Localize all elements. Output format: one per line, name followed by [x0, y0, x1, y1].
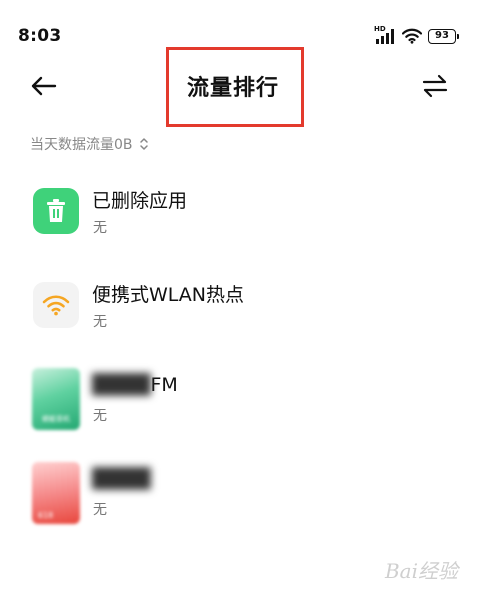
sort-toggle-button[interactable]: [420, 70, 450, 102]
app-usage: 无: [93, 220, 107, 236]
app-name: 便携式WLAN热点: [92, 284, 245, 306]
app-name-suffix: FM: [150, 374, 178, 396]
wifi-icon: [401, 28, 423, 44]
list-item-wlan-hotspot[interactable]: 便携式WLAN热点 无: [0, 264, 478, 354]
app-icon-caption: 618: [38, 511, 54, 520]
wifi-hotspot-icon: [33, 282, 79, 328]
signal-icon: HD: [374, 25, 396, 44]
watermark: Bai经验: [384, 559, 458, 583]
back-button[interactable]: [28, 70, 60, 102]
list-item-deleted-apps[interactable]: 已删除应用 无: [0, 170, 478, 260]
trash-icon: [33, 188, 79, 234]
blurred-text: ████: [92, 374, 151, 396]
app-name: ████FM: [92, 374, 178, 396]
highlight-annotation-box: [166, 47, 304, 127]
app-name: ████: [92, 468, 150, 490]
status-icons: HD 93: [374, 25, 459, 46]
up-down-chevron-icon: [139, 138, 148, 150]
fm-radio-app-icon: 蜻蜓音机: [32, 368, 80, 430]
list-item-red-app[interactable]: 618 ████ 无: [0, 452, 478, 542]
swap-arrows-icon: [422, 74, 448, 98]
battery-icon: 93: [428, 28, 459, 44]
app-name: 已删除应用: [92, 190, 188, 212]
app-usage: 无: [93, 314, 107, 330]
red-app-icon: 618: [32, 462, 80, 524]
app-usage: 无: [93, 408, 107, 424]
app-icon-caption: 蜻蜓音机: [42, 415, 70, 423]
filter-label: 当天数据流量0B: [30, 137, 133, 153]
blurred-text: ████: [92, 468, 151, 490]
data-usage-filter[interactable]: 当天数据流量0B: [30, 134, 149, 154]
back-arrow-icon: [31, 76, 57, 96]
app-usage: 无: [93, 502, 107, 518]
list-item-fm-app[interactable]: 蜻蜓音机 ████FM 无: [0, 358, 478, 448]
status-time: 8:03: [18, 26, 62, 46]
